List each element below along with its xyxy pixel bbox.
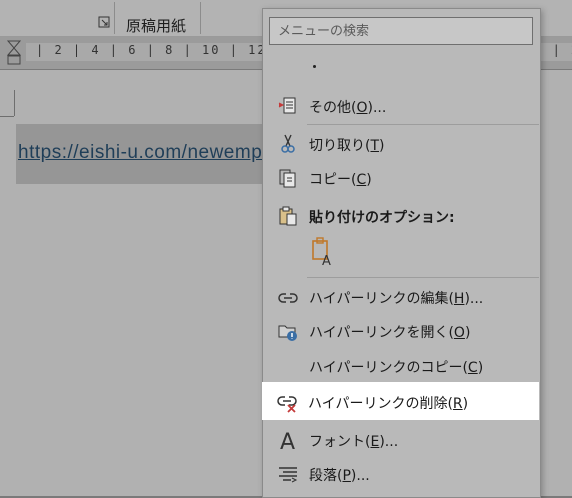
menu-item-label-suffix: )... bbox=[367, 100, 387, 116]
access-key: H bbox=[453, 291, 465, 307]
menu-item-label: その他( bbox=[309, 100, 357, 116]
paragraph-icon bbox=[277, 463, 299, 485]
access-key: C bbox=[356, 172, 367, 188]
menu-item-paragraph[interactable]: 段落(P)... bbox=[263, 456, 540, 490]
scissors-icon bbox=[277, 133, 299, 155]
paste-text-only-button[interactable]: A bbox=[307, 235, 337, 269]
menu-item-label: 貼り付けのオプション: bbox=[309, 210, 455, 226]
margin-guide bbox=[14, 90, 15, 116]
menu-item-open-hyperlink[interactable]: ハイパーリンクを開く(O) bbox=[263, 313, 540, 347]
margin-guide bbox=[0, 116, 14, 117]
paste-text-only-icon: A bbox=[312, 237, 331, 269]
mini-toolbar-dot bbox=[313, 65, 316, 68]
copy-icon bbox=[277, 167, 299, 189]
access-key: T bbox=[370, 138, 380, 154]
ribbon-separator bbox=[200, 2, 201, 34]
remove-link-icon bbox=[276, 391, 298, 413]
menu-item-label: ハイパーリンクの編集( bbox=[309, 291, 454, 307]
menu-item-label-suffix: )... bbox=[379, 434, 399, 450]
paste-icon bbox=[277, 205, 299, 227]
menu-item-label-suffix: ) bbox=[464, 325, 471, 341]
access-key: C bbox=[467, 360, 478, 376]
font-icon: A bbox=[277, 429, 299, 455]
open-link-icon bbox=[277, 320, 299, 342]
menu-item-label: 切り取り( bbox=[309, 138, 371, 154]
ribbon-separator bbox=[114, 2, 115, 34]
menu-divider bbox=[307, 277, 539, 278]
menu-item-edit-hyperlink[interactable]: ハイパーリンクの編集(H)... bbox=[263, 279, 540, 313]
menu-item-copy[interactable]: コピー(C) bbox=[263, 160, 540, 194]
menu-item-label-suffix: ) bbox=[366, 172, 372, 188]
menu-divider bbox=[307, 124, 539, 125]
menu-item-cut[interactable]: 切り取り(T) bbox=[263, 126, 540, 160]
genkou-youshi-group-label: 原稿用紙 bbox=[126, 17, 187, 35]
menu-item-label-suffix: ) bbox=[462, 396, 469, 412]
more-commands-icon bbox=[277, 95, 299, 117]
menu-item-label: コピー( bbox=[309, 172, 357, 188]
menu-item-label-suffix: )... bbox=[350, 468, 370, 484]
menu-item-remove-hyperlink[interactable]: ハイパーリンクの削除(R) bbox=[262, 382, 539, 420]
hyperlink-text[interactable]: https://eishi-u.com/newemp bbox=[18, 142, 262, 164]
menu-item-label: ハイパーリンクの削除( bbox=[308, 396, 453, 412]
menu-item-label-suffix: )... bbox=[464, 291, 484, 307]
menu-search-box[interactable] bbox=[269, 17, 533, 45]
link-edit-icon bbox=[277, 286, 299, 308]
access-key: R bbox=[452, 396, 463, 412]
access-key: P bbox=[342, 468, 351, 484]
menu-item-label-suffix: ) bbox=[477, 360, 484, 376]
menu-item-label-suffix: ) bbox=[379, 138, 385, 154]
menu-item-label: フォント( bbox=[309, 434, 371, 450]
menu-item-label: ハイパーリンクのコピー( bbox=[309, 360, 468, 376]
menu-header-paste-options: 貼り付けのオプション: bbox=[263, 198, 540, 232]
access-key: O bbox=[356, 100, 368, 116]
menu-item-more[interactable]: その他(O)... bbox=[263, 88, 540, 122]
indent-marker-icon[interactable] bbox=[6, 39, 22, 69]
svg-text:A: A bbox=[280, 430, 295, 451]
dialog-launcher-icon[interactable] bbox=[98, 16, 110, 28]
menu-item-font[interactable]: A フォント(E)... bbox=[263, 422, 540, 456]
menu-item-copy-hyperlink[interactable]: ハイパーリンクのコピー(C) bbox=[263, 348, 540, 382]
context-menu: その他(O)... 切り取り(T) コピー(C) 貼り付けのオプション: A ハ… bbox=[262, 8, 541, 498]
svg-text:A: A bbox=[322, 254, 331, 267]
menu-item-label: ハイパーリンクを開く( bbox=[309, 325, 454, 341]
menu-search-input[interactable] bbox=[270, 18, 532, 44]
menu-item-label: 段落( bbox=[309, 468, 343, 484]
access-key: E bbox=[370, 434, 380, 450]
access-key: O bbox=[453, 325, 465, 341]
